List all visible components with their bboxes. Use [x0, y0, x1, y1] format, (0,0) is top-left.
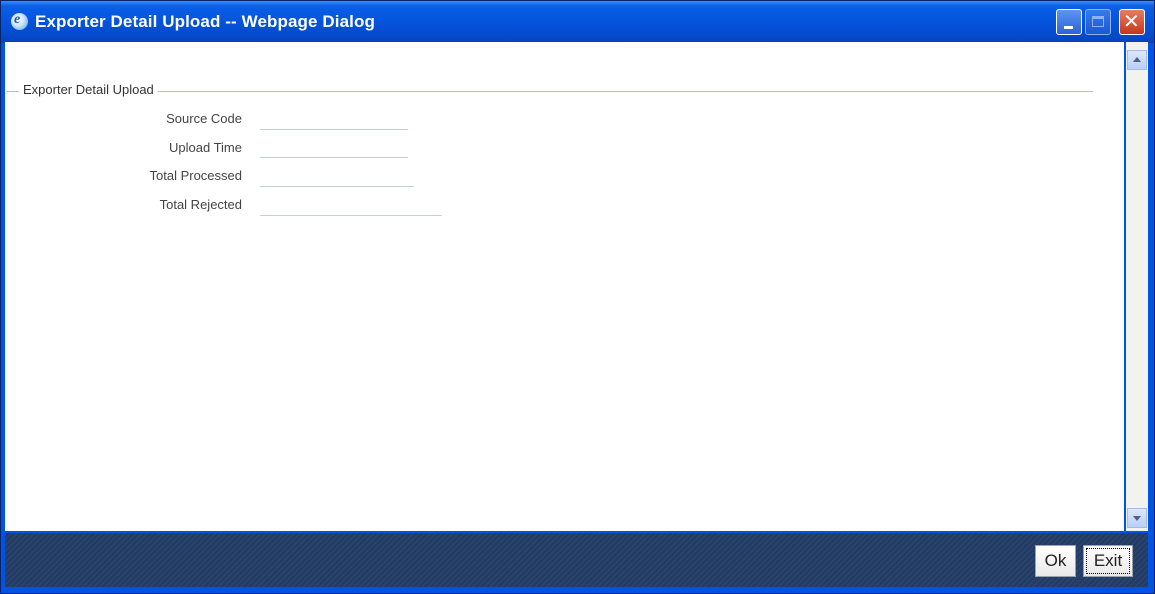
total-processed-label: Total Processed — [149, 168, 243, 183]
total-processed-field[interactable] — [260, 168, 414, 187]
exit-button[interactable]: Exit — [1083, 545, 1133, 577]
close-icon: ✕ — [1123, 9, 1140, 33]
section-divider — [7, 91, 1093, 92]
minimize-icon — [1064, 26, 1073, 29]
maximize-icon — [1092, 16, 1104, 27]
total-rejected-field[interactable] — [260, 197, 442, 216]
source-code-field[interactable] — [260, 111, 408, 130]
total-rejected-label: Total Rejected — [159, 197, 242, 212]
close-button[interactable]: ✕ — [1119, 9, 1145, 35]
footer-bar — [5, 533, 1148, 587]
title-bar[interactable]: e Exporter Detail Upload -- Webpage Dial… — [1, 1, 1154, 43]
minimize-button[interactable] — [1056, 9, 1082, 35]
maximize-button[interactable] — [1085, 9, 1111, 35]
ok-button[interactable]: Ok — [1035, 545, 1076, 577]
ie-icon: e — [11, 12, 28, 30]
upload-time-field[interactable] — [260, 139, 408, 158]
upload-time-label: Upload Time — [169, 140, 242, 155]
window-title: Exporter Detail Upload -- Webpage Dialog — [35, 12, 375, 31]
source-code-label: Source Code — [166, 111, 242, 126]
vertical-scrollbar[interactable] — [1126, 42, 1148, 531]
scroll-down-button[interactable] — [1127, 508, 1147, 528]
arrow-up-icon — [1133, 57, 1141, 62]
section-title: Exporter Detail Upload — [19, 82, 158, 97]
arrow-down-icon — [1133, 516, 1141, 521]
scroll-up-button[interactable] — [1127, 50, 1147, 70]
